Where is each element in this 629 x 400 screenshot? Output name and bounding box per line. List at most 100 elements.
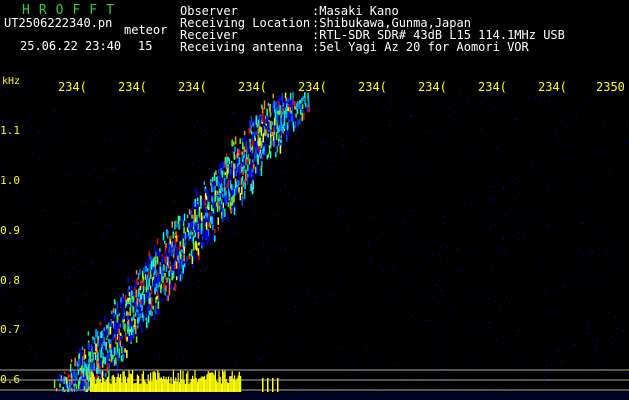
noise-pixel — [545, 294, 546, 295]
meteor-pixel — [143, 267, 145, 273]
meteor-pixel — [160, 285, 162, 293]
noise-pixel — [623, 330, 624, 331]
noise-pixel — [423, 286, 424, 287]
meteor-pixel — [294, 106, 296, 110]
noise-pixel — [349, 262, 350, 263]
noise-pixel — [270, 353, 271, 354]
noise-bar — [96, 383, 98, 392]
meteor-pixel — [147, 260, 150, 267]
meteor-pixel — [109, 326, 112, 335]
meteor-pixel — [80, 372, 82, 377]
noise-pixel — [424, 190, 425, 191]
noise-pixel — [293, 269, 294, 270]
meteor-pixel — [222, 193, 224, 198]
noise-pixel — [567, 291, 568, 292]
noise-pixel — [535, 96, 536, 97]
meteor-pixel — [217, 226, 220, 231]
noise-pixel — [103, 250, 104, 251]
noise-pixel — [446, 302, 447, 303]
noise-pixel — [486, 233, 487, 234]
noise-pixel — [462, 270, 463, 271]
noise-pixel — [246, 310, 247, 311]
meteor-pixel — [228, 158, 231, 164]
meteor-pixel — [88, 357, 91, 364]
noise-pixel — [280, 206, 281, 207]
noise-pixel — [565, 131, 566, 132]
noise-pixel — [480, 344, 481, 345]
noise-pixel — [102, 243, 103, 244]
noise-pixel — [47, 153, 48, 154]
noise-pixel — [348, 123, 349, 124]
noise-pixel — [545, 383, 546, 384]
meteor-pixel — [280, 122, 283, 131]
noise-pixel — [449, 350, 450, 351]
meteor-pixel — [92, 336, 94, 340]
meteor-pixel — [254, 131, 256, 137]
meteor-pixel — [99, 370, 101, 375]
noise-bar — [146, 383, 148, 392]
meteor-pixel — [271, 140, 273, 146]
noise-pixel — [239, 124, 240, 125]
noise-pixel — [0, 95, 1, 96]
noise-pixel — [581, 108, 582, 109]
noise-pixel — [140, 236, 141, 237]
noise-pixel — [451, 304, 452, 305]
noise-pixel — [338, 355, 339, 356]
noise-pixel — [384, 309, 385, 310]
meteor-pixel — [141, 313, 143, 318]
meteor-pixel — [232, 141, 235, 146]
noise-pixel — [358, 175, 359, 176]
meteor-pixel — [114, 321, 116, 328]
noise-pixel — [275, 383, 276, 384]
noise-pixel — [104, 139, 105, 140]
noise-pixel — [451, 195, 452, 196]
noise-pixel — [150, 142, 151, 143]
meteor-pixel — [241, 137, 244, 143]
noise-pixel — [576, 168, 577, 169]
meteor-pixel — [242, 180, 245, 187]
noise-pixel — [404, 202, 405, 203]
noise-bar — [226, 382, 228, 392]
noise-pixel — [237, 233, 238, 234]
noise-pixel — [112, 117, 113, 118]
noise-pixel — [316, 204, 317, 205]
noise-pixel — [125, 364, 126, 365]
noise-pixel — [546, 310, 547, 311]
noise-pixel — [375, 96, 376, 97]
meteor-pixel — [112, 358, 115, 366]
noise-pixel — [66, 253, 67, 254]
noise-pixel — [627, 321, 628, 322]
meteor-pixel — [193, 231, 195, 236]
noise-pixel — [351, 175, 352, 176]
noise-pixel — [505, 215, 506, 216]
noise-pixel — [165, 137, 166, 138]
noise-pixel — [611, 149, 612, 150]
meteor-pixel — [286, 131, 288, 135]
noise-spike — [267, 378, 269, 392]
noise-pixel — [494, 163, 495, 164]
noise-pixel — [475, 119, 476, 120]
noise-pixel — [239, 352, 240, 353]
noise-pixel — [347, 114, 348, 115]
noise-pixel — [313, 338, 314, 339]
meteor-pixel — [301, 112, 303, 122]
noise-pixel — [594, 102, 595, 103]
noise-pixel — [504, 253, 505, 254]
noise-pixel — [176, 357, 177, 358]
noise-pixel — [532, 160, 533, 161]
meteor-pixel — [226, 184, 228, 188]
meteor-pixel — [126, 317, 128, 322]
noise-pixel — [2, 97, 3, 98]
meteor-pixel — [200, 229, 203, 235]
noise-pixel — [503, 186, 504, 187]
noise-bar — [219, 376, 221, 392]
noise-bar — [103, 381, 105, 392]
noise-pixel — [82, 114, 83, 115]
noise-pixel — [234, 292, 235, 293]
noise-pixel — [556, 349, 557, 350]
noise-pixel — [136, 173, 137, 174]
noise-pixel — [467, 102, 468, 103]
noise-bar — [177, 372, 179, 392]
noise-pixel — [216, 334, 217, 335]
noise-pixel — [16, 384, 17, 385]
